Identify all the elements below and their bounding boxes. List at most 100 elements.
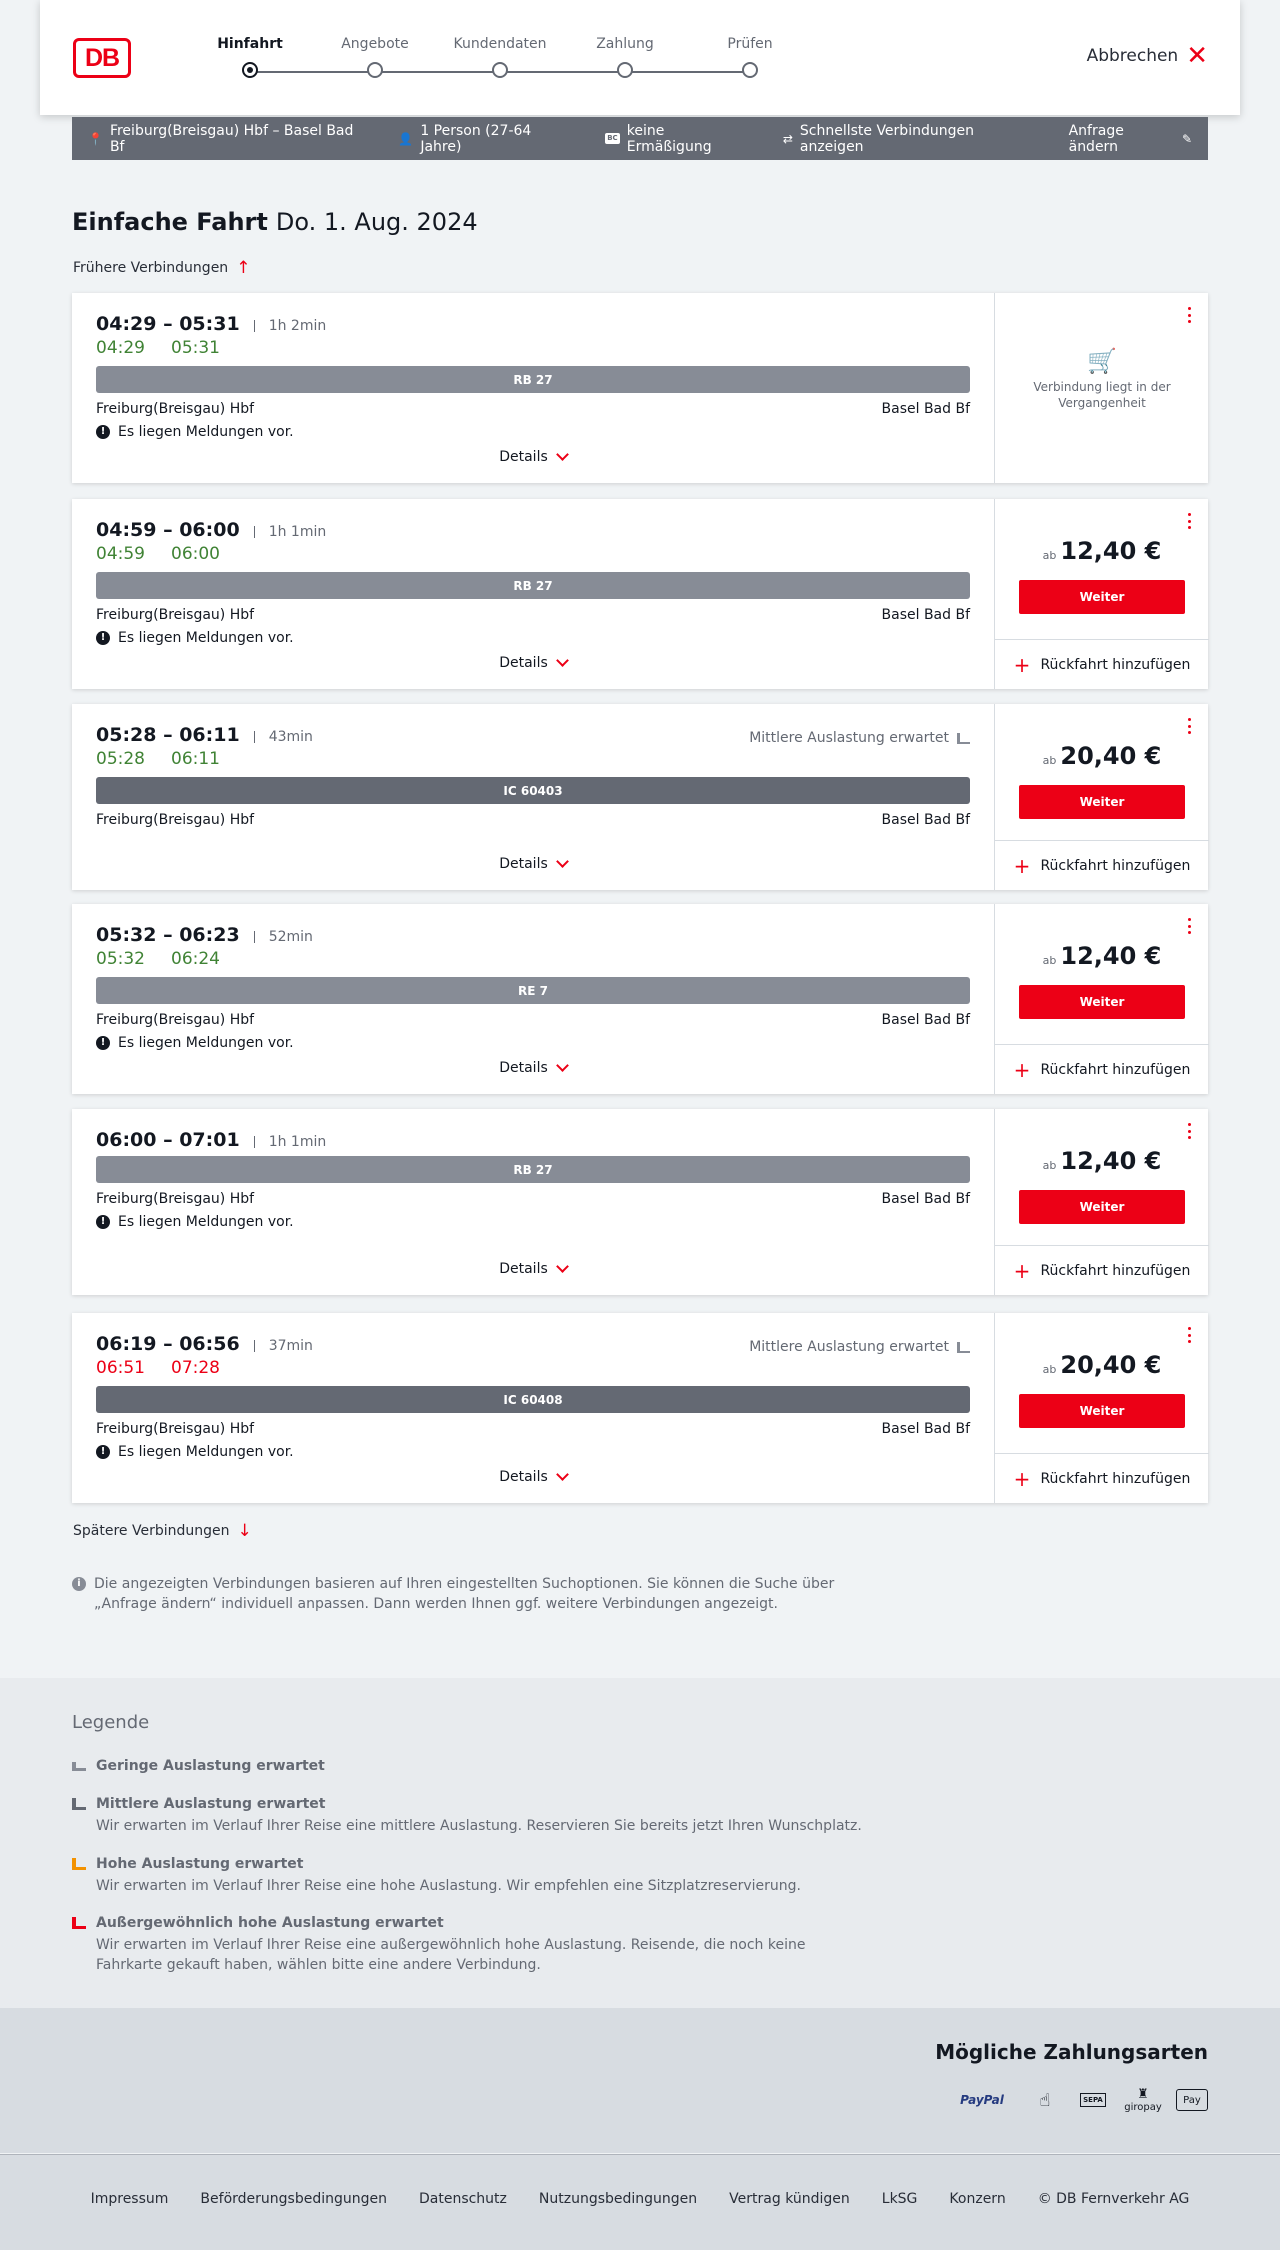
price-value: 12,40 €	[1060, 537, 1162, 565]
train-bar[interactable]: IC 60408	[96, 1386, 970, 1413]
price-value: 12,40 €	[1060, 1147, 1162, 1175]
add-return-trip-button[interactable]: + Rückfahrt hinzufügen	[995, 1245, 1209, 1295]
trip-type: Einfache Fahrt	[72, 208, 268, 236]
footer-link-lksg[interactable]: LkSG	[882, 2191, 918, 2207]
stations: Freiburg(Breisgau) Hbf Basel Bad Bf	[96, 1421, 970, 1437]
add-return-trip-button[interactable]: + Rückfahrt hinzufügen	[995, 840, 1209, 890]
scheduled-times: 04:59 – 06:00 1h 1min	[96, 519, 326, 541]
footer-link-vertrag-kuendigen[interactable]: Vertrag kündigen	[729, 2191, 850, 2207]
weiter-button[interactable]: Weiter	[1019, 580, 1185, 614]
train-name: IC 60408	[503, 1392, 563, 1407]
chevron-down-icon	[555, 1260, 569, 1273]
train-bar[interactable]: RB 27	[96, 1156, 970, 1183]
duration: 43min	[253, 730, 313, 744]
details-toggle[interactable]: Details	[72, 1468, 994, 1485]
swap-arrows-icon: ⇄	[782, 131, 793, 146]
occupancy-medium-icon	[957, 732, 970, 744]
connection-card: 04:59 – 06:00 1h 1min 04:59 06:00 RB 27 Fr…	[72, 499, 1209, 689]
connection-offer: ab 12,40 € Weiter + Rückfahrt hinzufügen	[994, 499, 1209, 689]
close-icon: ✕	[1186, 41, 1208, 71]
price-prefix: ab	[1042, 754, 1057, 767]
footer-link-impressum[interactable]: Impressum	[91, 2191, 169, 2207]
legend-item-very-high: Außergewöhnlich hohe Auslastung erwartet…	[72, 1915, 872, 1975]
sepa-label: SEPA	[1080, 2093, 1106, 2107]
connection-info: 05:28 – 06:11 43min 05:28 06:11 Mittlere A…	[72, 704, 994, 890]
search-summary-bar: 📍 Freiburg(Breisgau) Hbf – Basel Bad Bf 👤…	[72, 117, 1208, 160]
edit-request-button[interactable]: Anfrage ändern ✎	[1069, 123, 1192, 155]
weiter-button[interactable]: Weiter	[1019, 785, 1185, 819]
weiter-label: Weiter	[1079, 1404, 1125, 1418]
later-connections-link[interactable]: Spätere Verbindungen ↓	[73, 1521, 252, 1541]
location-pin-icon: 📍	[88, 131, 103, 146]
details-toggle[interactable]: Details	[72, 1260, 994, 1277]
weiter-button[interactable]: Weiter	[1019, 1394, 1185, 1428]
cancel-button[interactable]: Abbrechen ✕	[1087, 41, 1208, 71]
occupancy-indicator: Mittlere Auslastung erwartet	[749, 730, 970, 746]
footer-link-datenschutz[interactable]: Datenschutz	[419, 2191, 507, 2207]
stations: Freiburg(Breisgau) Hbf Basel Bad Bf	[96, 812, 970, 828]
more-options-icon[interactable]	[1186, 718, 1192, 734]
cart-unavailable-icon: 🛒	[1087, 347, 1117, 375]
earlier-connections-link[interactable]: Frühere Verbindungen ↑	[73, 258, 250, 278]
price: ab 20,40 €	[995, 1351, 1209, 1379]
footer-links: Impressum Beförderungsbedingungen Datens…	[0, 2191, 1280, 2207]
details-label: Details	[499, 1060, 548, 1076]
details-label: Details	[499, 856, 548, 872]
weiter-button[interactable]: Weiter	[1019, 1190, 1185, 1224]
stations: Freiburg(Breisgau) Hbf Basel Bad Bf	[96, 1012, 970, 1028]
add-return-trip-button[interactable]: + Rückfahrt hinzufügen	[995, 639, 1209, 689]
occupancy-very-high-icon	[72, 1917, 86, 1929]
fastest-connections-toggle[interactable]: ⇄ Schnellste Verbindungen anzeigen	[783, 123, 1037, 155]
occupancy-indicator: Mittlere Auslastung erwartet	[749, 1339, 970, 1355]
details-toggle[interactable]: Details	[72, 448, 994, 465]
plus-icon: +	[1013, 1466, 1031, 1491]
train-bar[interactable]: RB 27	[96, 366, 970, 393]
step-zahlung: Zahlung	[596, 36, 654, 52]
realtime-departure: 04:29	[96, 338, 145, 358]
price: ab 12,40 €	[995, 537, 1209, 565]
footer-link-konzern[interactable]: Konzern	[949, 2191, 1005, 2207]
train-name: IC 60403	[503, 783, 563, 798]
departure-arrival-times: 05:32 – 06:23	[96, 924, 240, 946]
realtime-times: 04:29 05:31	[96, 338, 220, 358]
train-bar[interactable]: RE 7	[96, 977, 970, 1004]
occupancy-medium-icon	[72, 1798, 86, 1810]
departure-arrival-times: 06:19 – 06:56	[96, 1333, 240, 1355]
more-options-icon[interactable]	[1186, 1123, 1192, 1139]
more-options-icon[interactable]	[1186, 307, 1192, 323]
db-logo[interactable]: DB	[73, 38, 131, 78]
add-return-trip-button[interactable]: + Rückfahrt hinzufügen	[995, 1453, 1209, 1503]
connection-card: 06:00 – 07:01 1h 1min RB 27 Freiburg(Brei…	[72, 1109, 1209, 1295]
add-return-trip-button[interactable]: + Rückfahrt hinzufügen	[995, 1044, 1209, 1094]
more-options-icon[interactable]	[1186, 513, 1192, 529]
destination-station: Basel Bad Bf	[881, 607, 970, 623]
realtime-departure: 05:32	[96, 949, 145, 969]
origin-station: Freiburg(Breisgau) Hbf	[96, 1012, 255, 1028]
details-toggle[interactable]: Details	[72, 1059, 994, 1076]
train-bar[interactable]: RB 27	[96, 572, 970, 599]
route-label: Freiburg(Breisgau) Hbf – Basel Bad Bf	[109, 122, 354, 155]
message-text: Es liegen Meldungen vor.	[118, 424, 294, 440]
discount-summary: BC keine Ermäßigung	[605, 123, 751, 155]
realtime-departure: 06:51	[96, 1358, 145, 1378]
more-options-icon[interactable]	[1186, 1327, 1192, 1343]
footer-link-befoerderungsbedingungen[interactable]: Beförderungsbedingungen	[200, 2191, 387, 2207]
message-notice: ! Es liegen Meldungen vor.	[96, 1214, 294, 1230]
weiter-button[interactable]: Weiter	[1019, 985, 1185, 1019]
duration: 1h 1min	[253, 525, 326, 539]
details-toggle[interactable]: Details	[72, 855, 994, 872]
message-notice: ! Es liegen Meldungen vor.	[96, 630, 294, 646]
details-label: Details	[499, 1261, 548, 1277]
footer-link-nutzungsbedingungen[interactable]: Nutzungsbedingungen	[539, 2191, 697, 2207]
train-bar[interactable]: IC 60403	[96, 777, 970, 804]
details-toggle[interactable]: Details	[72, 654, 994, 671]
progress-steps: Hinfahrt Angebote Kundendaten Zahlung Pr…	[180, 0, 773, 115]
bahncard-icon: BC	[605, 133, 620, 144]
connection-info: 04:29 – 05:31 1h 2min 04:29 05:31 RB 27 Fr…	[72, 293, 994, 483]
more-options-icon[interactable]	[1186, 918, 1192, 934]
realtime-times: 04:59 06:00	[96, 544, 220, 564]
add-return-label: Rückfahrt hinzufügen	[1040, 1061, 1191, 1078]
scheduled-times: 04:29 – 05:31 1h 2min	[96, 313, 326, 335]
past-connection-notice: 🛒 Verbindung liegt in der Vergangenheit	[995, 347, 1209, 411]
price: ab 12,40 €	[995, 1147, 1209, 1175]
